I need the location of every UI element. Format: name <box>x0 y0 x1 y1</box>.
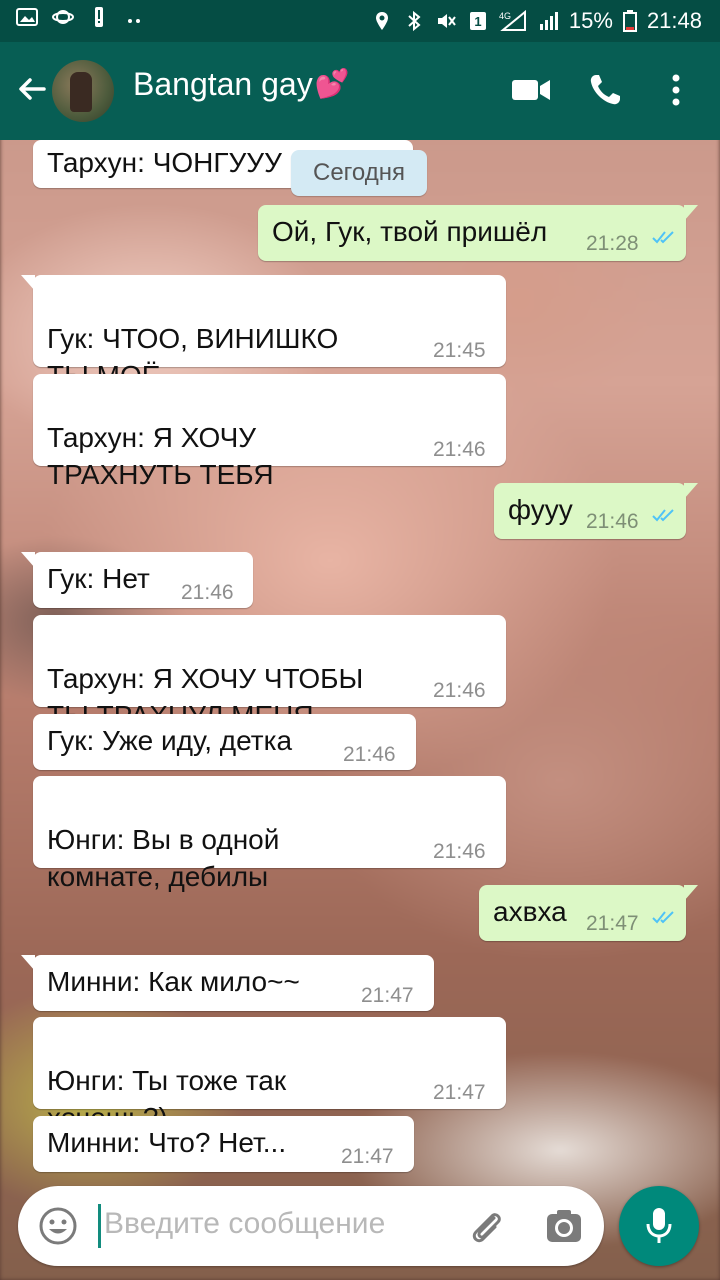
more-dots-icon <box>128 19 140 23</box>
message-text: Минни: Как мило~~ <box>47 966 300 997</box>
mute-icon <box>437 14 456 28</box>
message-time: 21:46 <box>433 840 486 863</box>
sim-icon: 1 <box>469 12 486 30</box>
message-incoming[interactable]: Тархун: Я ХОЧУ ЧТОБЫ ТЫ ТРАХНУЛ МЕНЯ 21:… <box>33 615 506 731</box>
message-time: 21:47 <box>361 984 414 1007</box>
message-text: ахвха <box>493 896 567 927</box>
chat-title[interactable]: Bangtan gay💕 <box>133 66 350 103</box>
message-text: Юнги: Вы в одной комнате, дебилы <box>47 824 280 892</box>
emoji-icon[interactable] <box>38 1206 78 1246</box>
double-check-icon <box>652 911 674 924</box>
battery-icon <box>622 10 637 32</box>
avatar[interactable] <box>52 60 114 122</box>
message-incoming[interactable]: Юнги: Вы в одной комнате, дебилы 21:46 <box>33 776 506 892</box>
message-incoming[interactable]: Гук: ЧТОО, ВИНИШКО ТЫ МОЁ 21:45 <box>21 275 506 391</box>
more-vert-icon[interactable] <box>666 72 686 108</box>
mic-icon <box>646 1208 672 1243</box>
location-icon <box>375 12 388 30</box>
message-time: 21:46 <box>433 679 486 702</box>
double-check-icon <box>652 231 674 244</box>
message-time: 21:47 <box>341 1145 394 1168</box>
message-incoming[interactable]: Минни: Как мило~~ 21:47 <box>21 955 434 1011</box>
message-time: 21:46 <box>343 743 396 766</box>
battery-percent: 15% <box>568 8 613 33</box>
text-cursor <box>98 1204 101 1248</box>
message-time: 21:28 <box>586 232 639 255</box>
double-check-icon <box>652 509 674 522</box>
message-incoming[interactable]: Тархун: Я ХОЧУ ТРАХНУТЬ ТЕБЯ 21:46 <box>33 374 506 490</box>
chat-header: Bangtan gay💕 <box>0 42 720 140</box>
message-input-bar[interactable]: Введите сообщение <box>18 1186 604 1266</box>
arrow-left-icon[interactable] <box>16 73 48 105</box>
signal-bars-icon <box>539 12 558 30</box>
message-incoming[interactable]: Гук: Нет 21:46 <box>21 552 253 608</box>
message-text: Тархун: Я ХОЧУ ТРАХНУТЬ ТЕБЯ <box>47 422 274 490</box>
phone-icon[interactable] <box>587 72 623 108</box>
message-time: 21:47 <box>433 1081 486 1104</box>
planet-icon <box>52 10 74 24</box>
message-time: 21:45 <box>433 339 486 362</box>
clock: 21:48 <box>646 8 702 33</box>
gallery-icon <box>16 8 38 26</box>
camera-icon[interactable] <box>544 1206 584 1246</box>
message-incoming[interactable]: Гук: Уже иду, детка 21:46 <box>33 714 416 770</box>
date-separator: Сегодня <box>291 150 427 196</box>
alert-icon <box>95 7 103 27</box>
signal-4g-icon: 4G <box>499 10 526 31</box>
message-input[interactable]: Введите сообщение <box>104 1207 385 1241</box>
message-text: Тархун: ЧОНГУУУ <box>47 147 282 178</box>
chat-name: Bangtan gay <box>133 66 313 102</box>
message-outgoing[interactable]: Ой, Гук, твой пришёл 21:28 <box>258 205 698 261</box>
heart-emoji-icon: 💕 <box>314 68 350 99</box>
bluetooth-icon <box>408 10 421 32</box>
message-incoming[interactable]: Юнги: Ты тоже так хочешь?) 21:47 <box>33 1017 506 1133</box>
message-text: фууу <box>508 494 573 525</box>
message-time: 21:47 <box>586 912 639 935</box>
message-time: 21:46 <box>433 438 486 461</box>
message-text: Гук: Нет <box>47 563 150 594</box>
message-incoming[interactable]: Минни: Что? Нет... 21:47 <box>33 1116 414 1172</box>
svg-text:1: 1 <box>474 14 481 29</box>
svg-text:4G: 4G <box>499 11 511 21</box>
message-text: Минни: Что? Нет... <box>47 1127 287 1158</box>
message-time: 21:46 <box>181 581 234 604</box>
message-text: Гук: Уже иду, детка <box>47 725 293 756</box>
mic-button[interactable] <box>619 1186 699 1266</box>
message-outgoing[interactable]: ахвха 21:47 <box>479 885 698 941</box>
message-time: 21:46 <box>586 510 639 533</box>
status-bar: 1 4G 15% 21:48 <box>0 0 720 42</box>
paperclip-icon[interactable] <box>464 1204 508 1248</box>
message-text: Ой, Гук, твой пришёл <box>272 216 548 247</box>
video-call-icon[interactable] <box>510 74 552 106</box>
message-outgoing[interactable]: фууу 21:46 <box>494 483 698 539</box>
